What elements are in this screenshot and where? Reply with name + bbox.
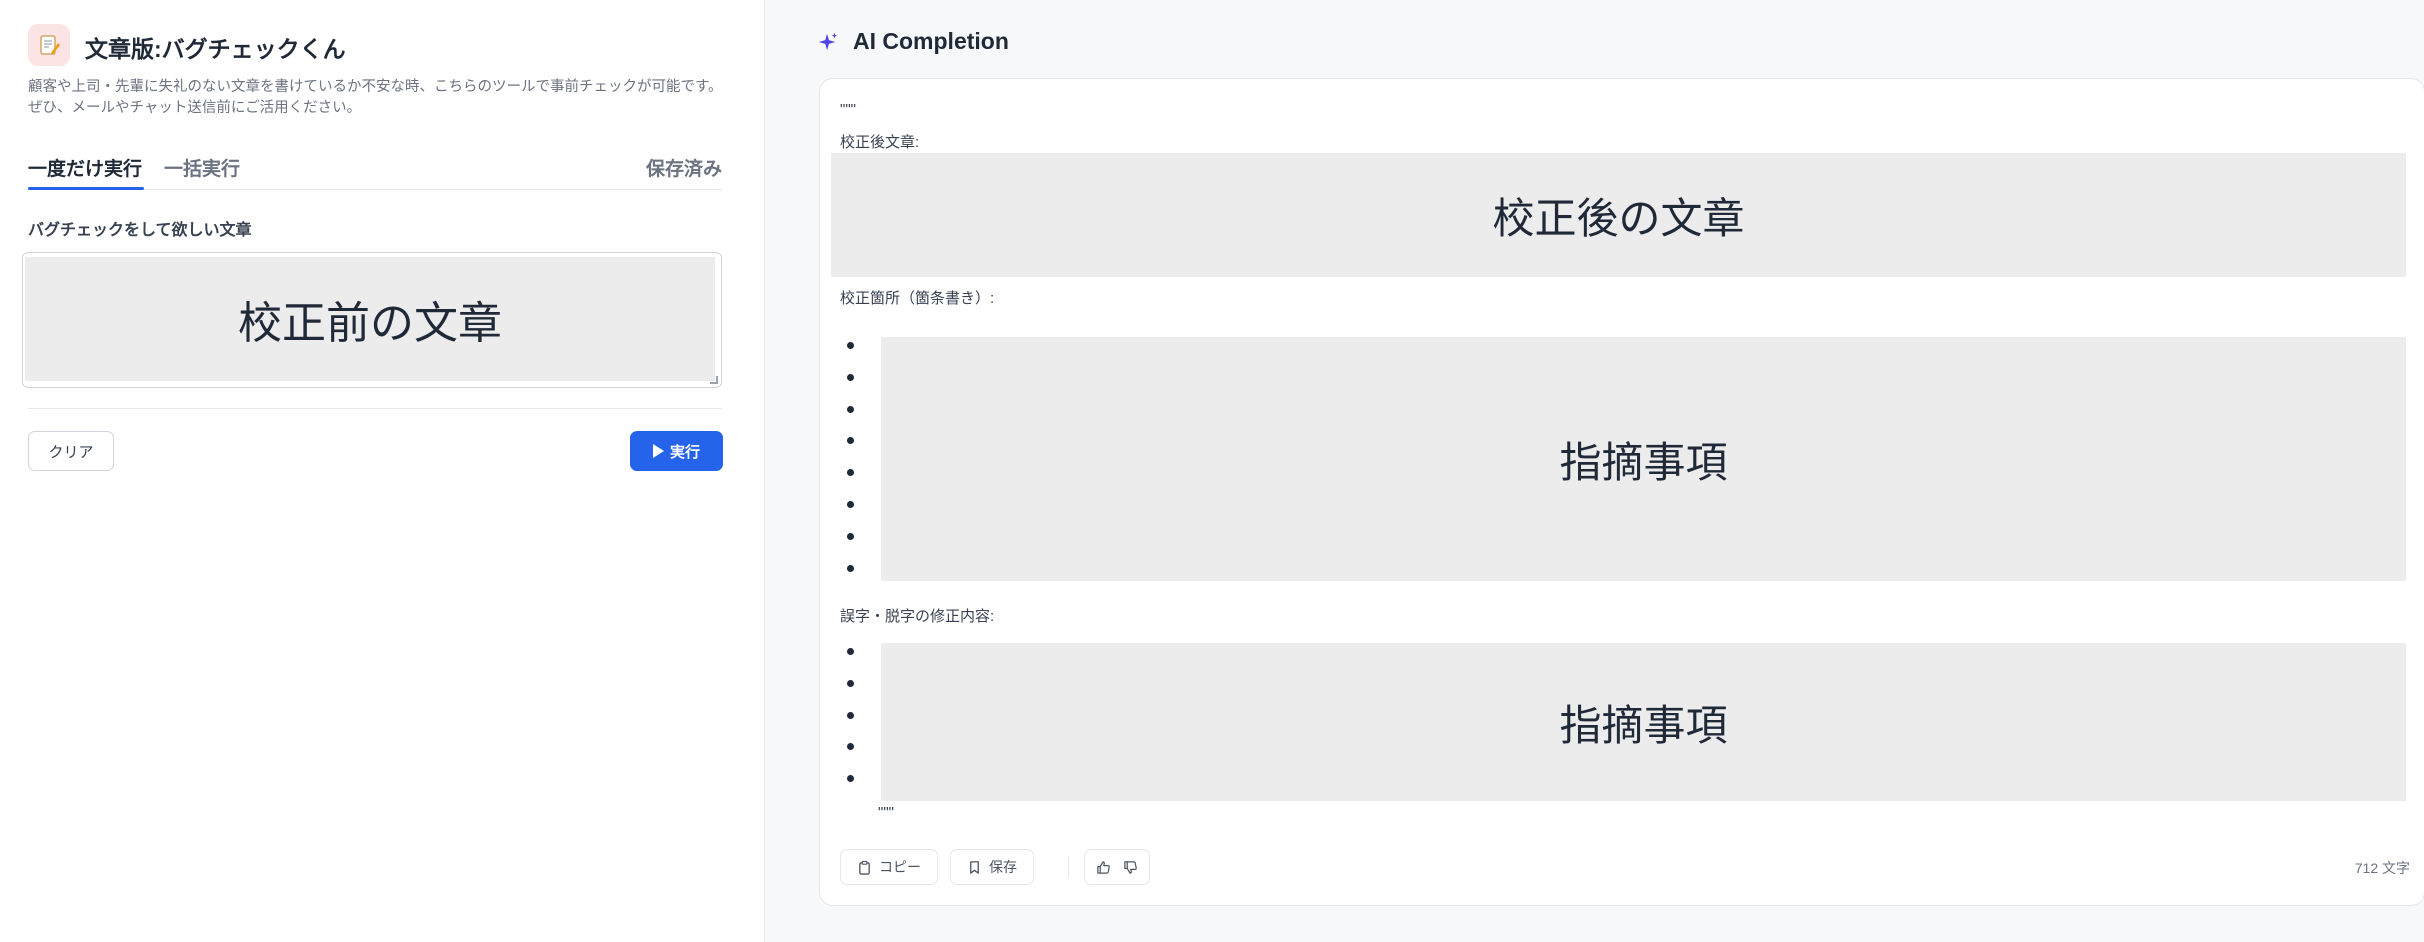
bullet-dot (847, 564, 854, 572)
clear-button-label: クリア (48, 443, 94, 461)
points-redaction-label: 指摘事項 (1559, 437, 1728, 487)
bullet-dot (847, 648, 854, 655)
bullet-dot (847, 501, 854, 508)
memo-icon (28, 24, 70, 66)
app-description-line2: ぜひ、メールやチャット送信前にご活用ください。 (28, 100, 362, 116)
tab-saved[interactable]: 保存済み (646, 154, 722, 181)
bullet-dot (847, 743, 854, 751)
thumbs-down-icon[interactable] (1123, 860, 1138, 875)
bullet-dot (847, 405, 854, 413)
bullet-dot (847, 373, 854, 381)
save-button[interactable]: 保存 (950, 849, 1034, 885)
tab-batch-run[interactable]: 一括実行 (164, 154, 240, 181)
completion-card: """ 校正後文章: 校正後の文章 校正箇所（箇条書き）: 指摘事項 誤字・脱字… (819, 78, 2424, 906)
completion-panel: AI Completion """ 校正後文章: 校正後の文章 校正箇所（箇条書… (764, 0, 2424, 942)
copy-button-label: コピー (879, 859, 921, 875)
active-tab-indicator (28, 187, 144, 190)
input-label: バグチェックをして欲しい文章 (28, 222, 252, 239)
completion-header: AI Completion (817, 28, 1009, 55)
play-icon (652, 444, 664, 458)
tab-run-once[interactable]: 一度だけ実行 (28, 154, 142, 181)
thumbs-up-icon[interactable] (1096, 860, 1111, 875)
input-textarea[interactable]: 校正前の文章 (22, 252, 722, 388)
close-quote: """ (878, 804, 894, 821)
completion-footer: コピー 保存 712 文字 (840, 849, 2410, 885)
input-panel: 文章版:バグチェックくん 顧客や上司・先輩に失礼のない文章を書けているか不安な時… (0, 0, 764, 942)
bullet-dot (847, 679, 854, 687)
clipboard-icon (859, 860, 870, 875)
bullet-dot (847, 469, 854, 477)
points-redaction: 指摘事項 (881, 337, 2406, 581)
bullet-dot (847, 711, 854, 719)
save-button-label: 保存 (989, 859, 1017, 875)
copy-button[interactable]: コピー (840, 849, 938, 885)
input-redaction-label: 校正前の文章 (238, 298, 502, 349)
input-redaction: 校正前の文章 (25, 257, 715, 381)
section-typos-label: 誤字・脱字の修正内容: (840, 608, 995, 625)
footer-divider (1068, 856, 1069, 878)
typos-redaction-label: 指摘事項 (1559, 700, 1728, 750)
resize-handle[interactable] (710, 376, 718, 384)
bullet-dot (847, 532, 854, 540)
bullet-dot (847, 775, 854, 783)
bullet-dot (847, 437, 854, 445)
bullet-dot (847, 342, 854, 349)
mode-tabs: 一度だけ実行 一括実行 保存済み (28, 150, 722, 190)
run-button-label: 実行 (669, 443, 700, 461)
divider (28, 408, 722, 409)
feedback-buttons (1084, 849, 1150, 885)
section-points-label: 校正箇所（箇条書き）: (840, 290, 995, 307)
app-description: 顧客や上司・先輩に失礼のない文章を書けているか不安な時、こちらのツールで事前チェ… (28, 77, 728, 119)
sparkle-icon (818, 32, 838, 50)
run-button[interactable]: 実行 (630, 431, 723, 471)
typos-redaction: 指摘事項 (881, 643, 2406, 801)
clear-button[interactable]: クリア (28, 431, 114, 471)
corrected-text-redaction: 校正後の文章 (831, 153, 2406, 277)
corrected-text-redaction-label: 校正後の文章 (1492, 193, 1745, 243)
app-title: 文章版:バグチェックくん (85, 36, 346, 62)
app-description-line1: 顧客や上司・先輩に失礼のない文章を書けているか不安な時、こちらのツールで事前チェ… (28, 79, 723, 95)
bookmark-icon (970, 860, 979, 874)
char-count: 712 文字 (2354, 860, 2410, 876)
open-quote: """ (840, 101, 856, 118)
completion-title: AI Completion (853, 28, 1009, 54)
section-corrected-label: 校正後文章: (840, 134, 920, 151)
